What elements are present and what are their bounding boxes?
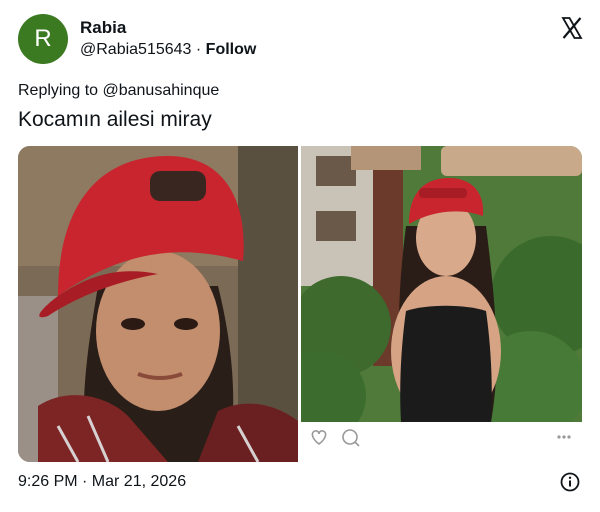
follow-button[interactable]: Follow [206, 41, 257, 58]
author-handle-line: @Rabia515643 · Follow [80, 41, 256, 59]
author-handle[interactable]: @Rabia515643 [80, 41, 191, 58]
comment-icon[interactable] [342, 429, 360, 447]
author-name[interactable]: Rabia [80, 18, 126, 38]
tweet-header: R Rabia @Rabia515643 · Follow [18, 14, 584, 66]
more-icon[interactable] [557, 435, 571, 439]
right-photo[interactable] [301, 146, 582, 422]
x-logo-icon[interactable] [560, 16, 584, 40]
info-icon[interactable] [560, 472, 580, 492]
tweet-timestamp[interactable]: 9:26 PM · Mar 21, 2026 [18, 473, 186, 491]
reply-context[interactable]: Replying to @banusahinque [18, 82, 219, 100]
left-photo[interactable] [18, 146, 298, 462]
woman-red-cap-photo [18, 146, 298, 462]
woman-red-cap-garden-photo [301, 146, 582, 422]
instagram-action-bar [301, 422, 582, 462]
heart-icon[interactable] [311, 430, 327, 446]
separator: · [195, 41, 202, 58]
tweet-text: Kocamın ailesi miray [18, 108, 212, 131]
avatar[interactable]: R [18, 14, 68, 64]
media-grid [18, 146, 582, 462]
